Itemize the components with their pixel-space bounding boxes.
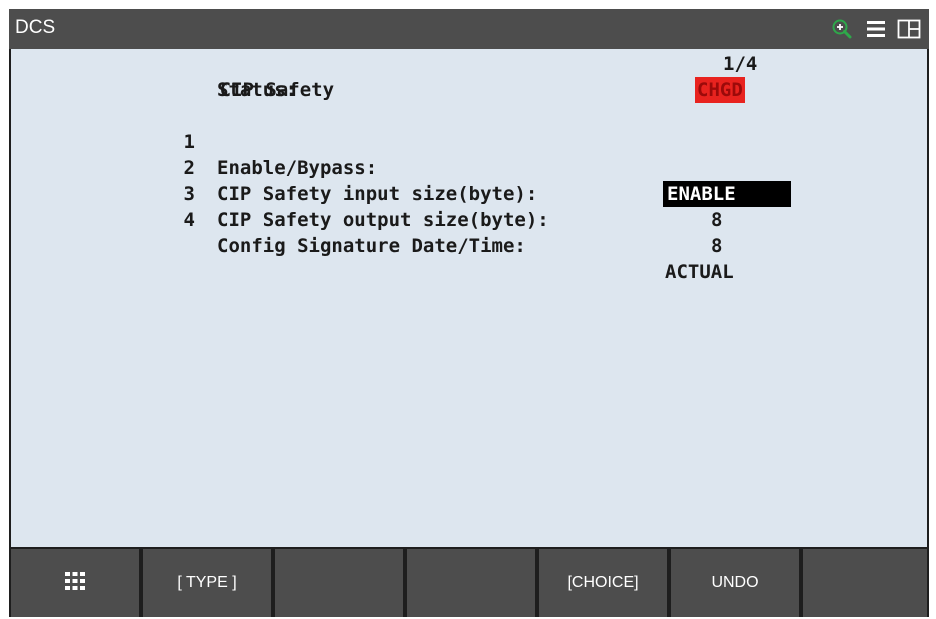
status-label: Status: — [217, 79, 298, 101]
fkey-menu-button[interactable] — [11, 549, 139, 617]
config-signature-value[interactable]: ACTUAL — [665, 259, 734, 285]
fkey-choice-button[interactable]: [CHOICE] — [539, 549, 667, 617]
menu-icon[interactable] — [865, 18, 887, 40]
fkey-f3-button[interactable] — [407, 549, 535, 617]
item-number: 4 — [183, 209, 195, 231]
title-bar: DCS — [9, 9, 929, 49]
grid-menu-icon — [64, 571, 86, 596]
item-label: Config Signature Date/Time: — [217, 235, 526, 257]
fkey-type-button[interactable]: [ TYPE ] — [143, 549, 271, 617]
fkey-f6-button[interactable] — [803, 549, 927, 617]
pendant-window: DCS CIP Safety 1/4 Status: CHGD 1 Enable… — [9, 9, 929, 617]
split-view-icon[interactable] — [897, 18, 921, 40]
fkey-f2-button[interactable] — [275, 549, 403, 617]
status-badge: CHGD — [695, 77, 745, 103]
function-key-bar: [ TYPE ] [CHOICE] UNDO — [9, 549, 929, 617]
zoom-in-icon[interactable] — [831, 18, 853, 40]
window-title: DCS — [15, 17, 56, 38]
list-item[interactable]: 4 Config Signature Date/Time: ACTUAL — [11, 181, 927, 311]
fkey-undo-button[interactable]: UNDO — [671, 549, 799, 617]
page-indicator: 1/4 — [723, 53, 758, 75]
dcs-screen: CIP Safety 1/4 Status: CHGD 1 Enable/Byp… — [11, 49, 927, 547]
